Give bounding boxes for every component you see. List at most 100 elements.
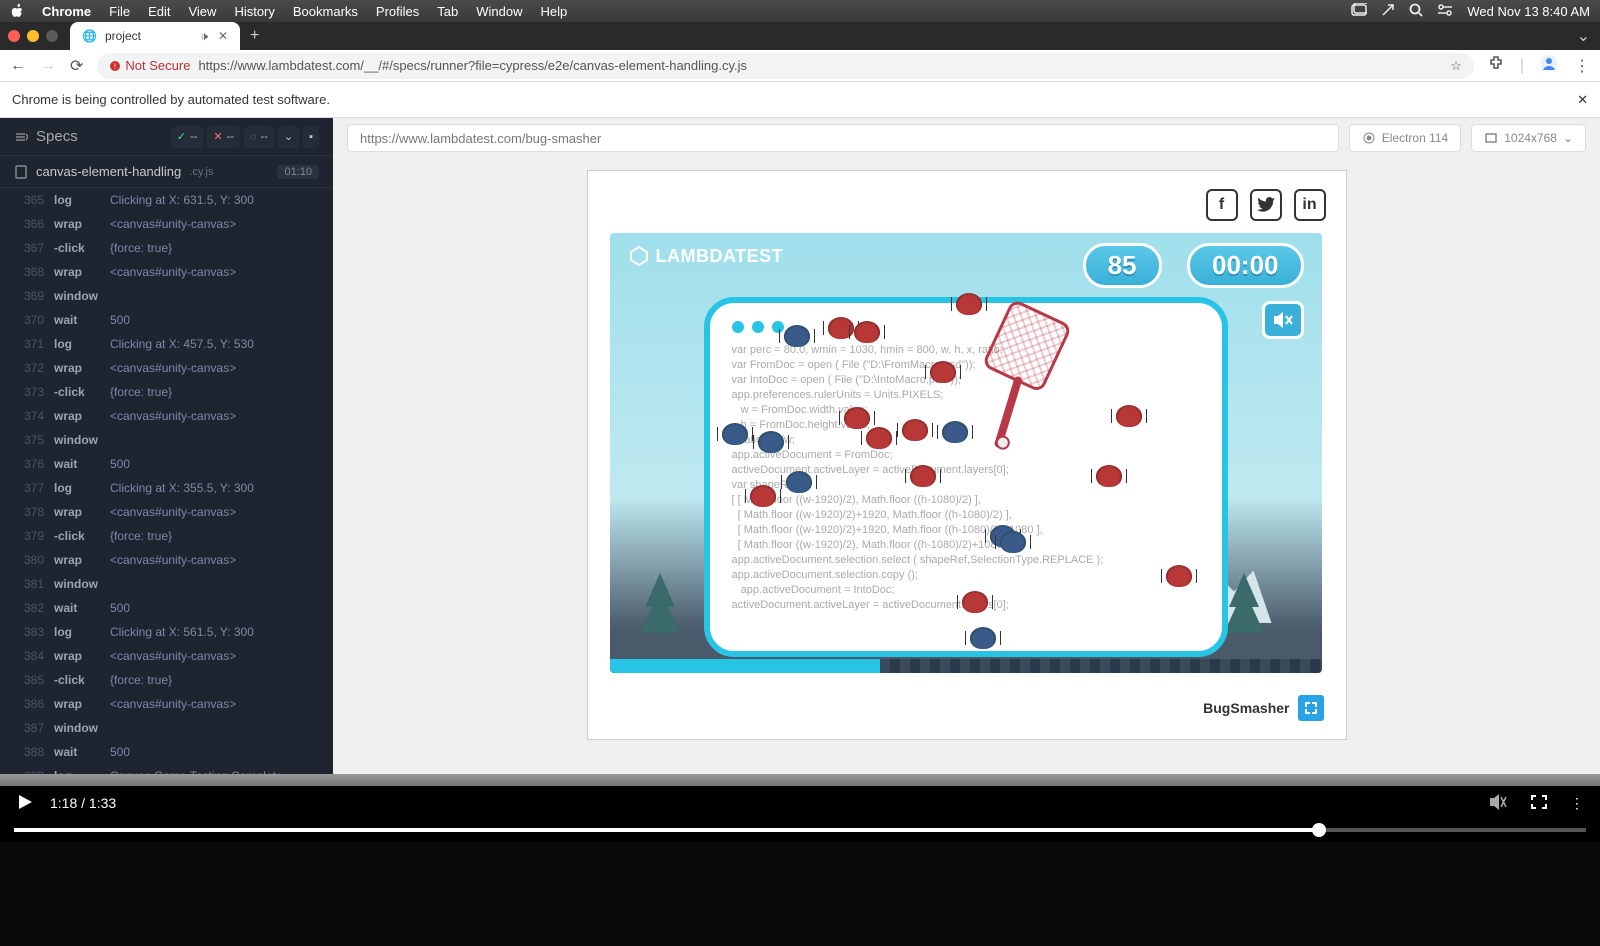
- spec-file-row[interactable]: canvas-element-handling .cy.js 01:10: [0, 156, 333, 188]
- menu-window[interactable]: Window: [476, 4, 522, 19]
- chevron-down-icon[interactable]: ⌄: [278, 126, 299, 148]
- log-row[interactable]: 383logClicking at X: 561.5, Y: 300: [0, 620, 333, 644]
- bug-red[interactable]: [1116, 405, 1142, 427]
- tray-icon[interactable]: [1351, 3, 1367, 20]
- menu-icon[interactable]: ⋮: [1574, 56, 1590, 76]
- audio-icon[interactable]: 🕩: [200, 29, 208, 44]
- apple-icon[interactable]: [10, 3, 24, 20]
- app-name[interactable]: Chrome: [42, 4, 91, 19]
- extensions-icon[interactable]: [1488, 55, 1504, 76]
- log-row[interactable]: 377logClicking at X: 355.5, Y: 300: [0, 476, 333, 500]
- stop-button[interactable]: ▪: [303, 126, 319, 148]
- viewport-badge[interactable]: 1024x768⌄: [1471, 124, 1586, 152]
- fail-count[interactable]: ✕--: [207, 126, 240, 148]
- bug-red[interactable]: [956, 293, 982, 315]
- fullscreen-icon[interactable]: [1298, 695, 1324, 721]
- back-button[interactable]: ←: [10, 57, 26, 75]
- bug-blue[interactable]: [1000, 531, 1026, 553]
- bug-blue[interactable]: [970, 627, 996, 649]
- log-row[interactable]: 378wrap<canvas#unity-canvas>: [0, 500, 333, 524]
- close-infobar[interactable]: ✕: [1577, 92, 1588, 108]
- bug-red[interactable]: [1096, 465, 1122, 487]
- menubar-clock[interactable]: Wed Nov 13 8:40 AM: [1467, 4, 1590, 19]
- browser-tab-bar: 🌐 project 🕩 ✕ + ⌄: [0, 22, 1600, 50]
- bug-blue[interactable]: [786, 471, 812, 493]
- more-icon[interactable]: ⋮: [1570, 795, 1584, 812]
- log-row[interactable]: 388wait500: [0, 740, 333, 764]
- mute-button[interactable]: [1262, 301, 1304, 339]
- menu-view[interactable]: View: [188, 4, 216, 19]
- star-icon[interactable]: ☆: [1450, 58, 1462, 74]
- log-row[interactable]: 367-click{force: true}: [0, 236, 333, 260]
- menu-tab[interactable]: Tab: [437, 4, 458, 19]
- log-row[interactable]: 372wrap<canvas#unity-canvas>: [0, 356, 333, 380]
- tray-icon[interactable]: [1381, 3, 1395, 20]
- log-row[interactable]: 380wrap<canvas#unity-canvas>: [0, 548, 333, 572]
- search-icon[interactable]: [1409, 3, 1423, 20]
- log-row[interactable]: 366wrap<canvas#unity-canvas>: [0, 212, 333, 236]
- close-window[interactable]: [8, 30, 20, 42]
- bug-blue[interactable]: [722, 423, 748, 445]
- scrollbar-strip[interactable]: [0, 774, 1600, 786]
- preview-url[interactable]: https://www.lambdatest.com/bug-smasher: [347, 124, 1339, 152]
- close-tab-icon[interactable]: ✕: [218, 29, 228, 44]
- log-row[interactable]: 374wrap<canvas#unity-canvas>: [0, 404, 333, 428]
- command-log[interactable]: 365logClicking at X: 631.5, Y: 300366wra…: [0, 188, 333, 774]
- video-seek-track[interactable]: [14, 828, 1586, 832]
- control-center-icon[interactable]: [1437, 4, 1453, 19]
- log-row[interactable]: 385-click{force: true}: [0, 668, 333, 692]
- menu-file[interactable]: File: [109, 4, 130, 19]
- bug-red[interactable]: [866, 427, 892, 449]
- address-bar[interactable]: ! Not Secure https://www.lambdatest.com/…: [97, 53, 1473, 79]
- maximize-window[interactable]: [46, 30, 58, 42]
- log-row[interactable]: 371logClicking at X: 457.5, Y: 530: [0, 332, 333, 356]
- bug-red[interactable]: [1166, 565, 1192, 587]
- play-button[interactable]: [16, 793, 34, 814]
- menu-bookmarks[interactable]: Bookmarks: [293, 4, 358, 19]
- pass-count[interactable]: ✓--: [171, 126, 204, 148]
- reload-button[interactable]: ⟳: [70, 56, 83, 76]
- security-indicator[interactable]: ! Not Secure: [109, 58, 190, 73]
- log-row[interactable]: 373-click{force: true}: [0, 380, 333, 404]
- menu-history[interactable]: History: [234, 4, 274, 19]
- volume-icon[interactable]: [1488, 793, 1508, 814]
- twitter-icon[interactable]: [1250, 189, 1282, 221]
- chevron-down-icon[interactable]: ⌄: [1577, 26, 1590, 46]
- bug-red[interactable]: [930, 361, 956, 383]
- bug-red[interactable]: [844, 407, 870, 429]
- log-row[interactable]: 386wrap<canvas#unity-canvas>: [0, 692, 333, 716]
- bug-red[interactable]: [854, 321, 880, 343]
- browser-badge[interactable]: Electron 114: [1349, 124, 1462, 152]
- profile-icon[interactable]: [1540, 54, 1558, 77]
- bug-red[interactable]: [910, 465, 936, 487]
- bug-red[interactable]: [962, 591, 988, 613]
- new-tab-button[interactable]: +: [240, 27, 269, 45]
- game-canvas[interactable]: LAMBDATEST 85 00:00 var perc = 80.0, wmi…: [610, 233, 1322, 673]
- log-row[interactable]: 384wrap<canvas#unity-canvas>: [0, 644, 333, 668]
- bug-blue[interactable]: [758, 431, 784, 453]
- log-row[interactable]: 369window: [0, 284, 333, 308]
- log-row[interactable]: 381window: [0, 572, 333, 596]
- log-row[interactable]: 375window: [0, 428, 333, 452]
- bug-blue[interactable]: [942, 421, 968, 443]
- log-row[interactable]: 382wait500: [0, 596, 333, 620]
- log-row[interactable]: 368wrap<canvas#unity-canvas>: [0, 260, 333, 284]
- log-row[interactable]: 387window: [0, 716, 333, 740]
- facebook-icon[interactable]: f: [1206, 189, 1238, 221]
- bug-red[interactable]: [750, 485, 776, 507]
- menu-help[interactable]: Help: [541, 4, 568, 19]
- minimize-window[interactable]: [27, 30, 39, 42]
- pending-count[interactable]: ◌--: [244, 126, 274, 148]
- browser-tab[interactable]: 🌐 project 🕩 ✕: [70, 22, 240, 50]
- linkedin-icon[interactable]: in: [1294, 189, 1326, 221]
- log-row[interactable]: 389logCanvas Game Testing Complete: [0, 764, 333, 774]
- log-row[interactable]: 379-click{force: true}: [0, 524, 333, 548]
- log-row[interactable]: 370wait500: [0, 308, 333, 332]
- bug-red[interactable]: [902, 419, 928, 441]
- menu-edit[interactable]: Edit: [148, 4, 170, 19]
- log-row[interactable]: 365logClicking at X: 631.5, Y: 300: [0, 188, 333, 212]
- menu-profiles[interactable]: Profiles: [376, 4, 419, 19]
- theater-icon[interactable]: [1530, 794, 1548, 813]
- log-row[interactable]: 376wait500: [0, 452, 333, 476]
- bug-blue[interactable]: [784, 325, 810, 347]
